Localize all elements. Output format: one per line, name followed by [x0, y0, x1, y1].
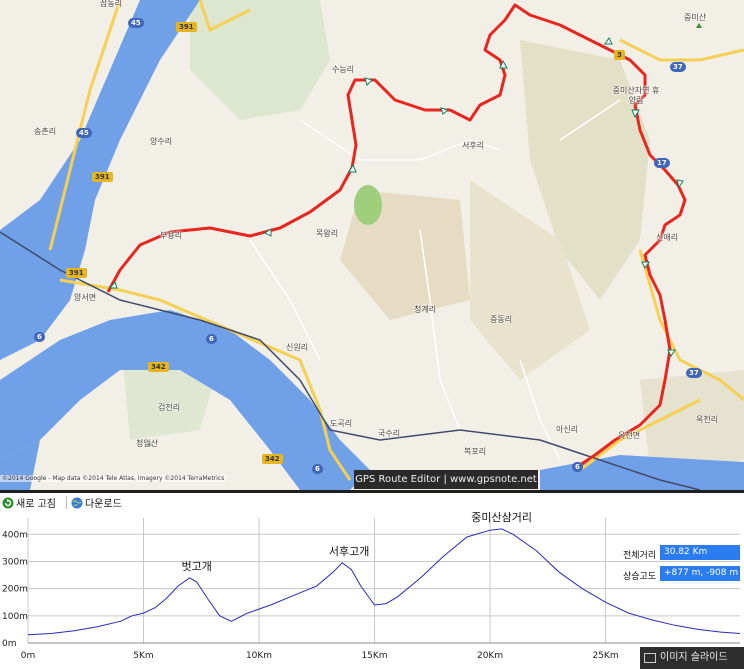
slideshow-label: 이미지 슬라이드 [660, 652, 728, 663]
slideshow-icon [644, 653, 656, 663]
peak-annotation: 서후고개 [329, 545, 369, 558]
road-shield: 391 [66, 268, 87, 278]
road-shield: 6 [312, 464, 323, 474]
y-tick-label: 200m [2, 585, 28, 595]
place-label: 중미산 [684, 13, 707, 22]
x-tick-label: 25Km [592, 651, 618, 661]
road-shield: 17 [654, 158, 670, 168]
download-button[interactable]: 다운로드 [71, 495, 122, 510]
place-label: 도곡리 [330, 419, 353, 428]
place-label: 옥천면 [618, 431, 641, 440]
road-shield: 391 [92, 172, 113, 182]
place-label: 청암산 [136, 439, 159, 448]
road-shield: 391 [176, 22, 197, 32]
map-canvas [0, 0, 744, 490]
place-label: 복포리 [464, 447, 487, 456]
map-copyright: ©2014 Google - Map data ©2014 Tele Atlas… [0, 475, 227, 482]
road-shield: 37 [686, 368, 702, 378]
elevation-gain-value: +877 m, -908 m [660, 566, 740, 581]
place-label: 목왕리 [316, 229, 339, 238]
place-label: 청계리 [414, 305, 437, 314]
place-label: 아신리 [556, 425, 579, 434]
refresh-button[interactable]: 새로 고침 [2, 495, 56, 510]
road-shield: 3 [614, 50, 625, 60]
place-label: 양서면 [74, 293, 97, 302]
elevation-chart: 0m 100m 200m 300m 400m 0m 5Km 10Km 15Km 20Km 25Km 벗… [2, 511, 741, 661]
place-label: 증동리 [490, 315, 513, 324]
elevation-gain-label: 상승고도 [623, 572, 657, 582]
x-tick-label: 15Km [361, 651, 387, 661]
download-label: 다운로드 [84, 499, 122, 510]
place-label: 부용리 [160, 231, 183, 240]
peak-annotation: 중미산삼거리 [471, 512, 532, 524]
image-slideshow-button[interactable]: 이미지 슬라이드 [640, 647, 744, 669]
road-shield: 6 [206, 334, 217, 344]
x-tick-label: 5Km [133, 651, 153, 661]
total-distance-label: 전체거리 [623, 551, 657, 561]
road-shield: 45 [128, 18, 144, 28]
toolbar-separator [65, 496, 67, 509]
road-shield: 342 [148, 362, 169, 372]
place-label: 국수리 [378, 429, 401, 438]
road-shield: 37 [670, 62, 686, 72]
place-label: 중미산자연 휴양림 [612, 86, 660, 105]
y-tick-label: 300m [2, 557, 28, 567]
gps-route-editor: 삼동리 수능리 송촌리 양수리 서후리 중미산 중미산자연 휴양림 신애리 목왕… [0, 0, 744, 669]
peak-annotation: 벗고개 [181, 560, 211, 573]
road-shield: 45 [76, 128, 92, 138]
y-tick-label: 100m [2, 612, 28, 622]
y-tick-label: 0m [2, 639, 17, 649]
elevation-toolbar: 새로 고침 다운로드 [0, 490, 744, 512]
refresh-label: 새로 고침 [16, 499, 56, 510]
place-label: 송촌리 [34, 127, 57, 136]
place-label: 검천리 [158, 403, 181, 412]
total-distance-value: 30.82 Km [660, 545, 740, 560]
place-label: 서후리 [462, 141, 485, 150]
place-label: 삼동리 [100, 0, 123, 8]
x-tick-label: 0m [21, 651, 36, 661]
route-map[interactable]: 삼동리 수능리 송촌리 양수리 서후리 중미산 중미산자연 휴양림 신애리 목왕… [0, 0, 744, 490]
road-shield: 6 [34, 332, 45, 342]
place-label: 신애리 [656, 233, 679, 242]
gps-route-editor-banner[interactable]: GPS Route Editor | www.gpsnote.net [354, 470, 538, 489]
place-label: 양수리 [150, 137, 173, 146]
place-label: 수능리 [332, 65, 355, 74]
refresh-icon [2, 497, 14, 508]
x-tick-label: 10Km [246, 651, 272, 661]
y-tick-label: 400m [2, 530, 28, 540]
road-shield: 6 [572, 462, 583, 472]
globe-icon [71, 497, 83, 508]
x-tick-label: 20Km [477, 651, 503, 661]
road-shield: 342 [262, 454, 283, 464]
elevation-profile[interactable]: 0m 100m 200m 300m 400m 0m 5Km 10Km 15Km 20Km 25Km 벗… [0, 511, 744, 669]
place-label: 신원리 [286, 343, 309, 352]
place-label: 옥천리 [696, 415, 719, 424]
